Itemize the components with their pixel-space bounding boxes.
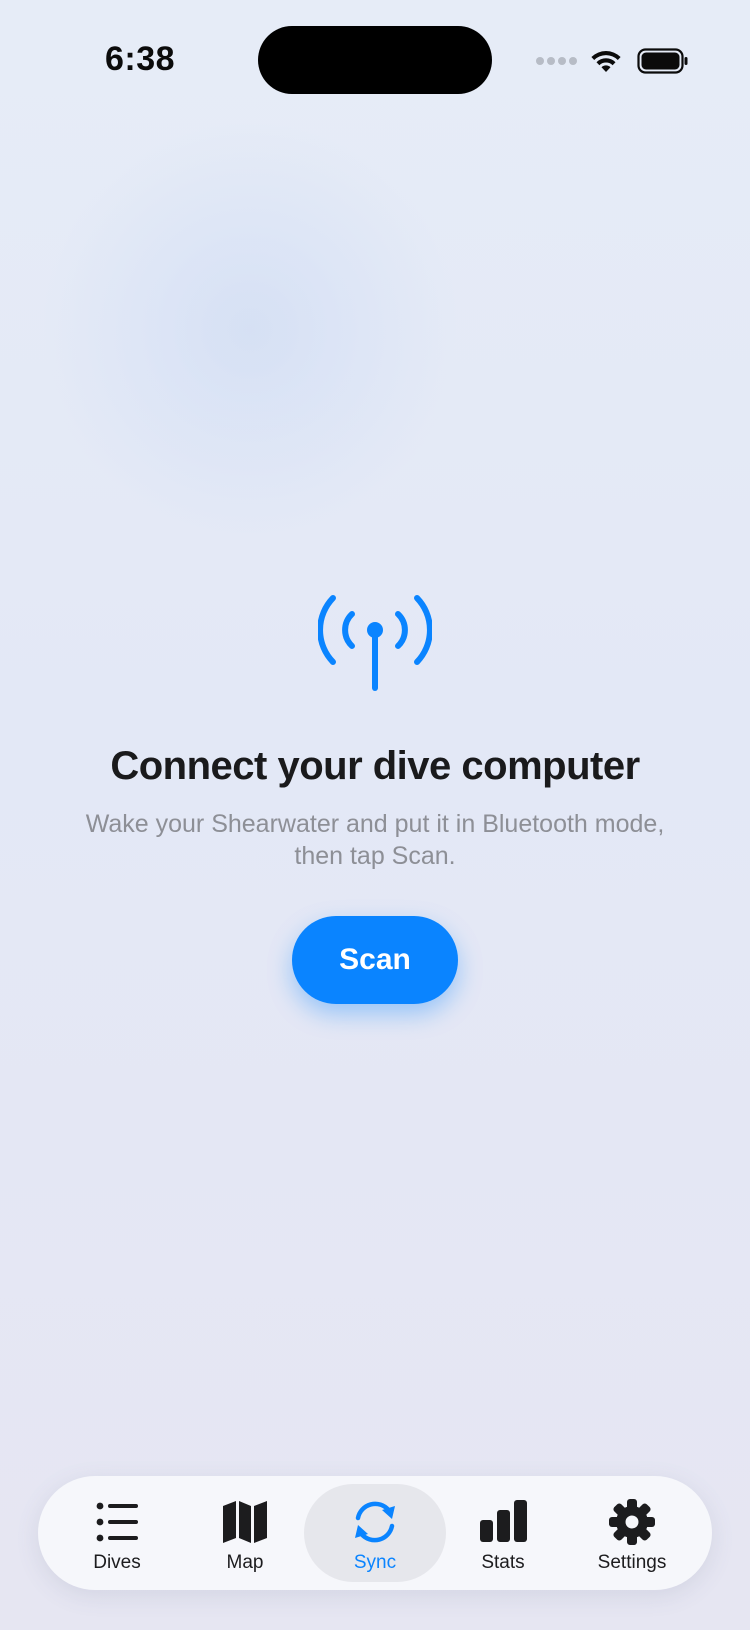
tab-settings[interactable]: Settings [570,1484,694,1582]
wifi-icon [591,51,621,72]
bar-chart-icon [480,1500,527,1542]
sync-icon [355,1501,395,1543]
instruction-text: Wake your Shearwater and put it in Bluet… [85,810,665,870]
battery-icon [637,48,688,74]
status-icons [536,44,689,78]
tab-stats[interactable]: Stats [444,1484,562,1582]
map-icon [223,1501,267,1543]
tab-label-dives: Dives [93,1552,141,1573]
tab-dives[interactable]: Dives [58,1484,176,1582]
tab-bar: Dives Map Sync Stats Settings [38,1476,712,1590]
tab-label-settings: Settings [597,1552,667,1573]
dynamic-island [258,26,492,94]
background-glow [40,120,460,540]
tab-label-sync: Sync [353,1552,397,1573]
tab-label-map: Map [226,1552,264,1573]
cellular-signal-icon [536,57,577,65]
gear-icon [609,1499,655,1545]
status-time: 6:38 [104,40,176,78]
tab-sync[interactable]: Sync [304,1484,446,1582]
tab-label-stats: Stats [481,1552,525,1573]
antenna-broadcast-icon [318,595,432,691]
list-icon [96,1502,138,1542]
scan-button[interactable]: Scan [292,916,458,1004]
tab-map[interactable]: Map [186,1484,304,1582]
page-title: Connect your dive computer [110,744,640,788]
